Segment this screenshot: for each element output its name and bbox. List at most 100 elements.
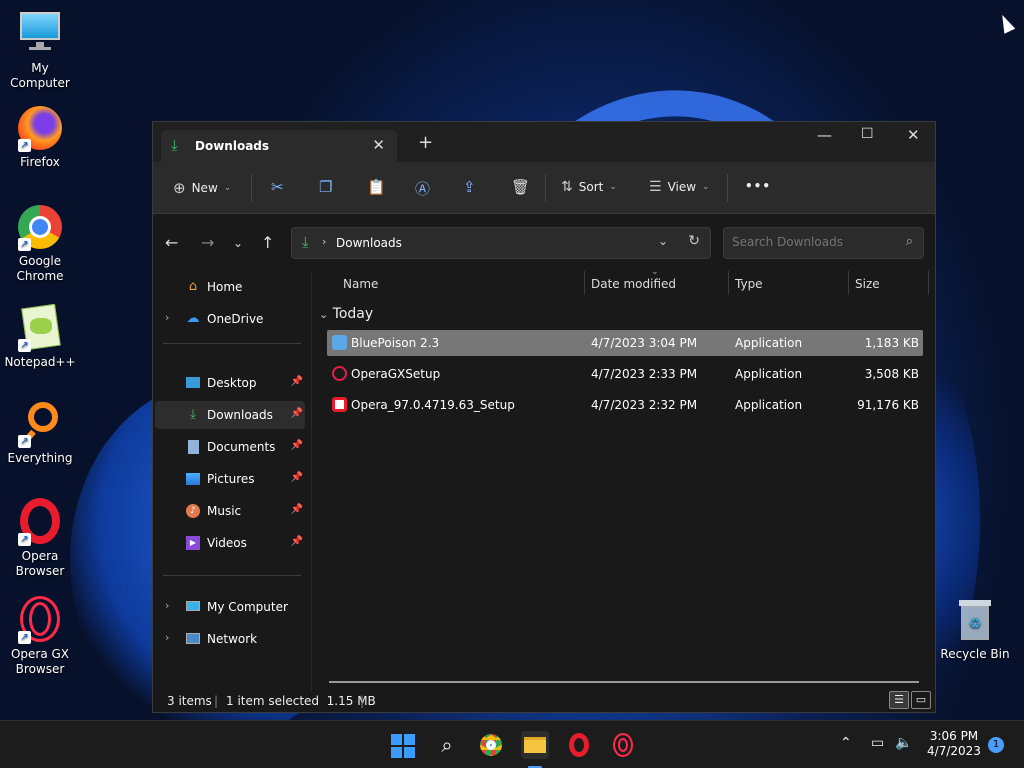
file-date: 4/7/2023 3:04 PM bbox=[591, 336, 698, 350]
file-row[interactable]: OperaGXSetup 4/7/2023 2:33 PM Applicatio… bbox=[327, 361, 923, 387]
column-divider[interactable] bbox=[584, 271, 585, 295]
more-options-icon[interactable]: ••• bbox=[745, 179, 771, 193]
search-icon[interactable]: ⌕ bbox=[906, 234, 913, 249]
column-header-name[interactable]: Name bbox=[343, 277, 378, 291]
network-tray-icon[interactable]: ▭ bbox=[871, 735, 884, 751]
minimize-icon[interactable]: — bbox=[817, 126, 832, 144]
plus-circle-icon: ⊕ bbox=[173, 179, 186, 197]
sort-button[interactable]: ⇅ Sort ⌄ bbox=[561, 179, 617, 195]
new-button-label: New bbox=[191, 181, 218, 195]
monitor-icon bbox=[185, 599, 201, 615]
desktop-icon-opera-gx-browser[interactable]: ↗ Opera GX Browser bbox=[0, 596, 80, 677]
column-divider[interactable] bbox=[928, 271, 929, 295]
group-header-today[interactable]: ⌄ Today bbox=[319, 306, 373, 322]
desktop-icon-everything[interactable]: ↗ Everything bbox=[0, 400, 80, 466]
pane-splitter[interactable] bbox=[311, 271, 312, 691]
taskbar: ⌕ ⌃ ▭ 🔈 3:06 PM 4/7/2023 1 bbox=[0, 720, 1024, 768]
column-divider[interactable] bbox=[848, 271, 849, 295]
column-header-size[interactable]: Size bbox=[855, 277, 880, 291]
file-row[interactable]: Opera_97.0.4719.63_Setup 4/7/2023 2:32 P… bbox=[327, 392, 923, 418]
nav-item-onedrive[interactable]: › ☁ OneDrive bbox=[155, 305, 305, 333]
opera-setup-icon bbox=[332, 397, 347, 412]
nav-item-music[interactable]: ♪ Music 📌 bbox=[155, 497, 305, 525]
details-view-icon[interactable]: ☰ bbox=[889, 691, 909, 709]
nav-item-videos[interactable]: ▶ Videos 📌 bbox=[155, 529, 305, 557]
paste-icon[interactable]: 📋 bbox=[367, 178, 386, 196]
view-button-label: View bbox=[667, 180, 697, 194]
nav-item-documents[interactable]: Documents 📌 bbox=[155, 433, 305, 461]
close-window-icon[interactable]: ✕ bbox=[907, 126, 920, 144]
rename-icon[interactable]: Ⓐ bbox=[415, 178, 430, 199]
delete-icon[interactable]: 🗑 bbox=[511, 178, 530, 196]
expand-chevron-icon[interactable]: › bbox=[165, 599, 169, 612]
forward-arrow-icon[interactable]: → bbox=[201, 233, 214, 252]
tiles-view-icon[interactable]: ▭ bbox=[911, 691, 931, 709]
file-type: Application bbox=[735, 398, 803, 412]
pin-icon: 📌 bbox=[290, 440, 303, 451]
file-explorer-taskbar-icon[interactable] bbox=[521, 731, 549, 759]
desktop-icon-label: Notepad++ bbox=[4, 355, 76, 369]
search-icon[interactable]: ⌕ bbox=[433, 731, 461, 759]
nav-item-desktop[interactable]: Desktop 📌 bbox=[155, 369, 305, 397]
search-input[interactable] bbox=[732, 235, 892, 249]
desktop-icon-firefox[interactable]: ↗ Firefox bbox=[0, 104, 80, 170]
nav-item-my-computer[interactable]: › My Computer bbox=[155, 593, 305, 621]
view-button[interactable]: ☰ View ⌄ bbox=[649, 179, 710, 195]
desktop-icon-notepad-plus-plus[interactable]: ↗ Notepad++ bbox=[0, 303, 80, 370]
column-divider[interactable] bbox=[728, 271, 729, 295]
desktop-icon-recycle-bin[interactable]: ♻ Recycle Bin bbox=[935, 596, 1015, 662]
breadcrumb-downloads[interactable]: Downloads bbox=[336, 236, 402, 250]
chrome-taskbar-icon[interactable] bbox=[477, 731, 505, 759]
desktop-icon-google-chrome[interactable]: ↗ Google Chrome bbox=[0, 203, 80, 284]
status-divider: | bbox=[214, 694, 219, 708]
toolbar-separator bbox=[727, 174, 728, 202]
command-bar: ⊕ New ⌄ ✂ ❐ 📋 Ⓐ ⇪ 🗑 ⇅ Sort ⌄ ☰ View ⌄ ••… bbox=[153, 162, 935, 214]
opera-taskbar-icon[interactable] bbox=[565, 731, 593, 759]
desktop-icon-opera-browser[interactable]: ↗ Opera Browser bbox=[0, 498, 80, 579]
expand-chevron-icon[interactable]: › bbox=[165, 631, 169, 644]
volume-icon[interactable]: 🔈 bbox=[895, 735, 912, 751]
file-row[interactable]: BluePoison 2.3 4/7/2023 3:04 PM Applicat… bbox=[327, 330, 923, 356]
clock[interactable]: 3:06 PM 4/7/2023 bbox=[924, 729, 984, 759]
pin-icon: 📌 bbox=[290, 376, 303, 387]
recent-locations-chevron-icon[interactable]: ⌄ bbox=[233, 236, 243, 250]
file-name: Opera_97.0.4719.63_Setup bbox=[351, 398, 515, 412]
nav-item-pictures[interactable]: Pictures 📌 bbox=[155, 465, 305, 493]
new-button[interactable]: ⊕ New ⌄ bbox=[173, 179, 231, 197]
tab-bar: ⤓ Downloads ✕ + — ☐ ✕ bbox=[153, 122, 935, 162]
collapse-chevron-icon[interactable]: ⌄ bbox=[319, 308, 328, 321]
tab-downloads[interactable]: ⤓ Downloads ✕ bbox=[161, 130, 397, 162]
nav-item-downloads[interactable]: ⤓ Downloads 📌 bbox=[155, 401, 305, 429]
desktop-icon-my-computer[interactable]: My Computer bbox=[0, 10, 80, 91]
up-arrow-icon[interactable]: ↑ bbox=[261, 233, 274, 252]
expand-chevron-icon[interactable]: › bbox=[165, 311, 169, 324]
refresh-icon[interactable]: ↻ bbox=[688, 233, 700, 249]
column-header-date-modified[interactable]: Date modified bbox=[591, 277, 676, 291]
navigation-row: ← → ⌄ ↑ ⤓ › Downloads ⌄ ↻ ⌕ bbox=[153, 215, 935, 271]
column-header-type[interactable]: Type bbox=[735, 277, 763, 291]
share-icon[interactable]: ⇪ bbox=[463, 178, 476, 196]
breadcrumb-chevron-icon: › bbox=[322, 235, 327, 248]
file-size: 1,183 KB bbox=[864, 336, 919, 350]
address-bar[interactable]: ⤓ › Downloads ⌄ ↻ bbox=[291, 227, 711, 259]
search-box[interactable]: ⌕ bbox=[723, 227, 924, 259]
show-hidden-icons-chevron-icon[interactable]: ⌃ bbox=[840, 735, 852, 751]
nav-item-home[interactable]: ⌂ Home bbox=[155, 273, 305, 301]
address-dropdown-icon[interactable]: ⌄ bbox=[658, 234, 668, 248]
notification-badge[interactable]: 1 bbox=[988, 737, 1004, 753]
maximize-icon[interactable]: ☐ bbox=[861, 126, 874, 142]
opera-gx-taskbar-icon[interactable] bbox=[609, 731, 637, 759]
nav-divider bbox=[163, 575, 301, 576]
opera-gx-setup-icon bbox=[332, 366, 347, 381]
desktop-icon-label: Opera GX Browser bbox=[10, 647, 70, 676]
copy-icon[interactable]: ❐ bbox=[319, 178, 332, 196]
cut-icon[interactable]: ✂ bbox=[271, 178, 284, 196]
start-windows-icon[interactable] bbox=[389, 731, 417, 759]
nav-item-network[interactable]: › Network bbox=[155, 625, 305, 653]
new-tab-icon[interactable]: + bbox=[418, 132, 433, 153]
back-arrow-icon[interactable]: ← bbox=[165, 233, 178, 252]
monitor-icon bbox=[16, 10, 64, 58]
close-tab-icon[interactable]: ✕ bbox=[372, 136, 385, 154]
tab-title: Downloads bbox=[195, 139, 270, 153]
horizontal-scrollbar[interactable] bbox=[329, 681, 919, 683]
